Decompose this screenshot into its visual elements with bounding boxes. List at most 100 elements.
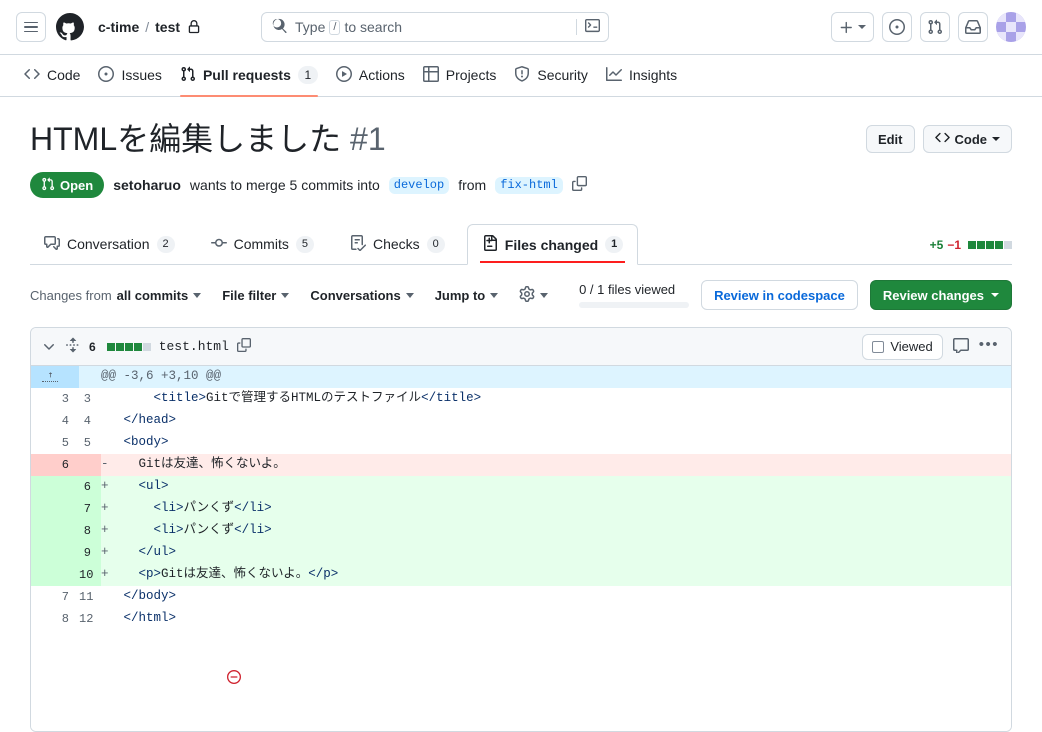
chevron-down-icon xyxy=(992,137,1000,141)
repo-nav-label: Actions xyxy=(358,67,405,83)
repo-navigation: Code Issues Pull requests 1 Actions Proj… xyxy=(0,55,1042,97)
table-row: 8 + <li>パンくず</li> xyxy=(31,520,1011,542)
issue-opened-icon xyxy=(98,65,115,85)
files-viewed-progress: 0 / 1 files viewed xyxy=(579,282,690,308)
edit-button[interactable]: Edit xyxy=(865,125,915,153)
diff-expand-icon[interactable] xyxy=(65,337,81,356)
line-number-old xyxy=(31,498,79,520)
review-in-codespace-button[interactable]: Review in codespace xyxy=(701,280,858,310)
review-changes-button[interactable]: Review changes xyxy=(869,280,1012,310)
git-pull-request-icon xyxy=(41,177,55,194)
pull-request-page: HTMLを編集しました #1 Edit Code Open setoharuo … xyxy=(0,97,1042,732)
expand-hunk-button[interactable] xyxy=(31,366,79,388)
tab-label: Checks xyxy=(372,236,420,252)
breadcrumb-owner[interactable]: c-time xyxy=(98,19,139,35)
diff-code-line[interactable]: <body> xyxy=(101,432,1011,454)
line-number-new: 8 xyxy=(79,520,101,542)
diffstat-blocks xyxy=(968,241,1012,249)
expand-up-icon xyxy=(31,367,69,387)
repo-nav-item-insights[interactable]: Insights xyxy=(598,55,685,96)
diff-code-line[interactable]: + <li>パンくず</li> xyxy=(101,498,1011,520)
issues-button[interactable] xyxy=(882,12,912,42)
diff-code-line[interactable]: + <ul> xyxy=(101,476,1011,498)
github-logo-icon[interactable] xyxy=(56,13,84,41)
line-number-new: 7 xyxy=(79,498,101,520)
diff-code-line[interactable]: + <li>パンくず</li> xyxy=(101,520,1011,542)
jump-to-button[interactable]: Jump to xyxy=(435,288,510,303)
file-diff-icon xyxy=(482,235,498,254)
file-name[interactable]: test.html xyxy=(159,339,229,354)
tab-conversation[interactable]: Conversation 2 xyxy=(30,224,189,264)
copy-icon[interactable] xyxy=(236,338,251,355)
avatar[interactable] xyxy=(996,12,1026,42)
repo-nav-item-projects[interactable]: Projects xyxy=(415,55,505,96)
tab-checks[interactable]: Checks 0 xyxy=(336,224,459,264)
head-branch-label[interactable]: fix-html xyxy=(495,176,563,194)
pr-author[interactable]: setoharuo xyxy=(113,177,181,193)
diff-code-line[interactable]: </html> xyxy=(101,608,1011,630)
pr-title-row: HTMLを編集しました #1 Edit Code xyxy=(30,119,1012,159)
diff-settings-button[interactable] xyxy=(519,285,559,305)
repo-nav-item-security[interactable]: Security xyxy=(506,55,596,96)
line-number-old: 3 xyxy=(31,388,79,410)
search-placeholder: Type / to search xyxy=(295,19,403,35)
pr-title-text: HTMLを編集しました xyxy=(30,121,342,157)
diff-code-line[interactable]: </head> xyxy=(101,410,1011,432)
terminal-icon[interactable] xyxy=(585,18,601,36)
tab-counter: 2 xyxy=(156,235,175,253)
jump-to-label: Jump to xyxy=(434,287,486,303)
pr-title-actions: Edit Code xyxy=(865,119,1012,153)
repo-nav-item-code[interactable]: Code xyxy=(16,55,88,96)
repo-nav-item-issues[interactable]: Issues xyxy=(90,55,169,96)
copy-icon[interactable] xyxy=(571,176,587,194)
line-number-old: 8 xyxy=(31,608,79,630)
tab-label: Commits xyxy=(233,236,289,252)
tab-commits[interactable]: Commits 5 xyxy=(197,224,328,264)
comment-icon[interactable] xyxy=(952,337,969,356)
files-viewed-text: 0 / 1 files viewed xyxy=(579,282,676,297)
diff-toolbar-actions: 0 / 1 files viewed Review in codespace R… xyxy=(579,280,1012,310)
line-number-new: 3 xyxy=(79,388,101,410)
repo-nav-item-pull-requests[interactable]: Pull requests 1 xyxy=(172,55,326,97)
tab-files-changed[interactable]: Files changed 1 xyxy=(466,224,639,265)
file-change-count: 6 xyxy=(89,339,96,354)
git-commit-icon xyxy=(210,235,227,254)
line-number-new: 12 xyxy=(79,608,101,630)
repo-nav-label: Pull requests xyxy=(202,67,291,83)
search-icon xyxy=(272,18,287,36)
changes-from-value: all commits xyxy=(116,287,189,303)
table-row: 7 + <li>パンくず</li> xyxy=(31,498,1011,520)
base-branch-label[interactable]: develop xyxy=(388,176,450,194)
repo-nav-item-actions[interactable]: Actions xyxy=(328,55,413,96)
changes-from-prefix: Changes from xyxy=(30,287,112,303)
conversations-filter-button[interactable]: Conversations xyxy=(310,288,424,303)
code-button[interactable]: Code xyxy=(922,125,1012,153)
checkbox-icon[interactable] xyxy=(872,340,885,353)
breadcrumb: c-time / test xyxy=(98,19,201,35)
breadcrumb-repo[interactable]: test xyxy=(155,19,180,35)
repo-nav-label: Projects xyxy=(445,67,497,83)
diff-code-line[interactable]: <title>Gitで管理するHTMLのテストファイル</title> xyxy=(101,388,1011,410)
diff-code-line[interactable]: - Gitは友達、怖くないよ。 xyxy=(101,454,1011,476)
search-input[interactable]: Type / to search xyxy=(261,12,610,42)
viewed-checkbox[interactable]: Viewed xyxy=(862,333,943,360)
file-filter-button[interactable]: File filter xyxy=(222,288,300,303)
create-new-button[interactable] xyxy=(831,12,874,42)
pr-number: #1 xyxy=(350,121,386,157)
diffstat-summary: +5 −1 xyxy=(930,238,1012,264)
comment-discussion-icon xyxy=(44,235,60,254)
changes-from-filter[interactable]: Changes from all commits xyxy=(30,288,212,303)
diff-code-line[interactable]: + </ul> xyxy=(101,542,1011,564)
chevron-down-icon[interactable] xyxy=(41,339,57,355)
line-number-old xyxy=(31,564,79,586)
diff-code-line[interactable]: + <p>Gitは友達、怖くないよ。</p> xyxy=(101,564,1011,586)
tab-counter: 5 xyxy=(295,235,314,253)
inbox-button[interactable] xyxy=(958,12,988,42)
line-number-new: 11 xyxy=(79,586,101,608)
diff-code-line[interactable]: </body> xyxy=(101,586,1011,608)
pull-requests-button[interactable] xyxy=(920,12,950,42)
kebab-horizontal-icon[interactable]: ••• xyxy=(979,337,1003,356)
diff-table: @@ -3,6 +3,10 @@ 3 3 <title>Gitで管理するHTML… xyxy=(31,366,1011,731)
hamburger-icon[interactable] xyxy=(16,12,46,42)
chevron-down-icon xyxy=(281,292,290,298)
